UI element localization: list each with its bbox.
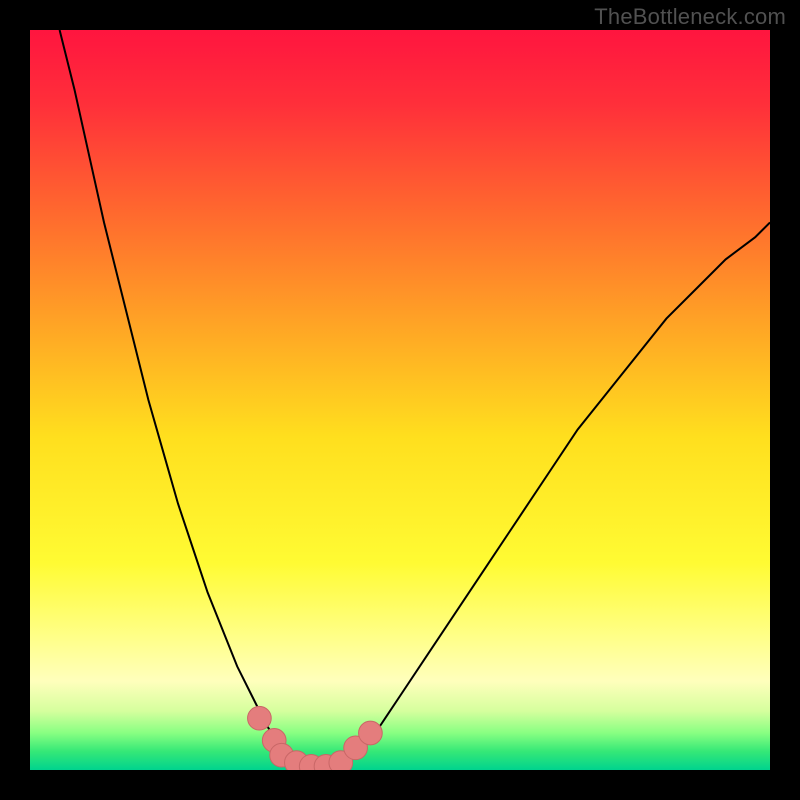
plot-background <box>30 30 770 770</box>
marker-point <box>248 706 272 730</box>
watermark-label: TheBottleneck.com <box>594 4 786 30</box>
bottleneck-chart <box>30 30 770 770</box>
marker-point <box>359 721 383 745</box>
chart-frame: TheBottleneck.com <box>0 0 800 800</box>
